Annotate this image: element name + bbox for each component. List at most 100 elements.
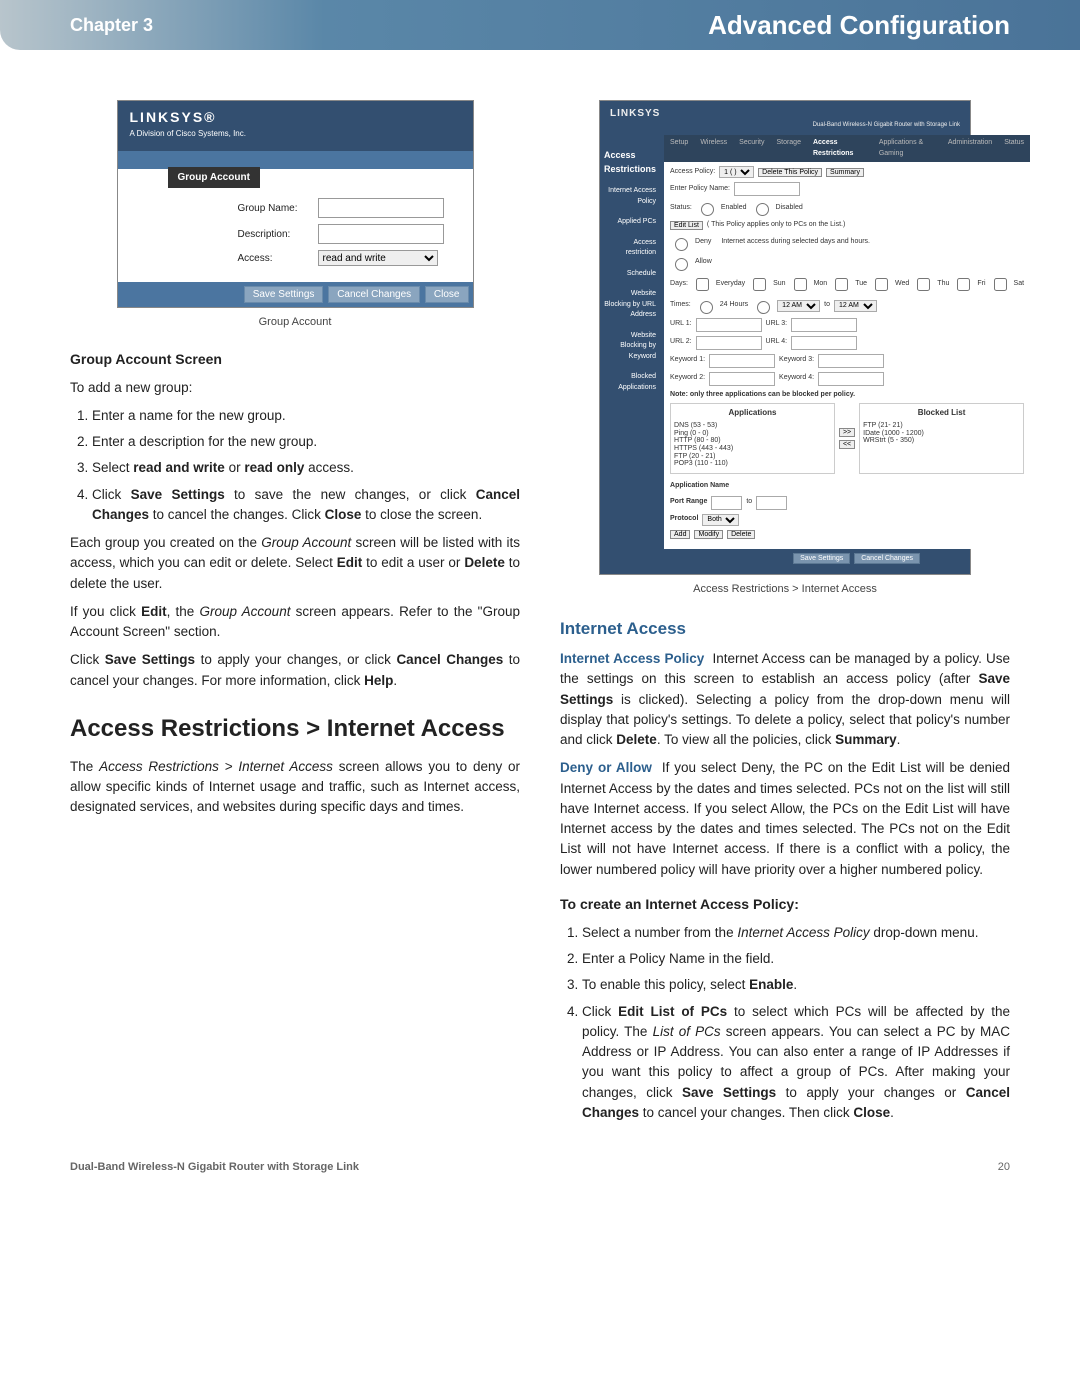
page-header: Chapter 3 Advanced Configuration — [0, 0, 1080, 50]
day-sun[interactable] — [753, 278, 766, 291]
iap-para: Internet Access Policy Internet Access c… — [560, 649, 1010, 750]
status-label: Status: — [670, 203, 692, 214]
day-thu[interactable] — [917, 278, 930, 291]
url2-input[interactable] — [696, 336, 762, 350]
group-list-para: Each group you created on the Group Acco… — [70, 533, 520, 594]
ar-tab-status[interactable]: Status — [1004, 138, 1024, 159]
kw3-input[interactable] — [818, 354, 884, 368]
day-everyday-text: Everyday — [716, 279, 745, 290]
day-everyday[interactable] — [696, 278, 709, 291]
ar-tab-storage[interactable]: Storage — [776, 138, 801, 159]
policy-name-input[interactable] — [734, 182, 800, 196]
blocked-col-title: Blocked List — [863, 407, 1020, 419]
deny-allow-para: Deny or Allow If you select Deny, the PC… — [560, 758, 1010, 880]
cancel-changes-button[interactable]: Cancel Changes — [328, 286, 420, 303]
move-right-button[interactable]: >> — [839, 428, 855, 437]
access-restrictions-intro: The Access Restrictions > Internet Acces… — [70, 757, 520, 818]
kw4-label: Keyword 4: — [779, 373, 814, 384]
access-note: Internet access during selected days and… — [721, 237, 870, 248]
status-disabled-radio[interactable] — [756, 203, 769, 216]
page-footer: Dual-Band Wireless-N Gigabit Router with… — [0, 1161, 1080, 1203]
day-mon-text: Mon — [814, 279, 828, 290]
ar-side-item-url: Website Blocking by URL Address — [604, 289, 660, 321]
ar-tab-apps[interactable]: Applications & Gaming — [879, 138, 936, 159]
kw4-input[interactable] — [818, 372, 884, 386]
kw1-input[interactable] — [709, 354, 775, 368]
time-24-radio[interactable] — [700, 301, 713, 314]
save-settings-button[interactable]: Save Settings — [244, 286, 324, 303]
allow-radio[interactable] — [675, 258, 688, 271]
ar-sidebar: Access Restrictions Internet Access Poli… — [600, 135, 664, 549]
app-name-label: Application Name — [670, 481, 729, 492]
edit-list-button[interactable]: Edit List — [670, 221, 703, 230]
day-mon[interactable] — [794, 278, 807, 291]
ar-tab-access[interactable]: Access Restrictions — [813, 138, 867, 159]
save-help-para: Click Save Settings to apply your change… — [70, 650, 520, 691]
port-from[interactable] — [711, 496, 742, 510]
policy-number-select[interactable]: 1 ( ) — [719, 166, 754, 178]
summary-button[interactable]: Summary — [826, 168, 864, 177]
deny-radio[interactable] — [675, 238, 688, 251]
port-range-label: Port Range — [670, 497, 707, 508]
day-fri-text: Fri — [977, 279, 985, 290]
group-name-input[interactable] — [318, 198, 444, 218]
close-button[interactable]: Close — [425, 286, 469, 303]
ar-save-button[interactable]: Save Settings — [793, 553, 850, 564]
protocol-label: Protocol — [670, 514, 698, 525]
time-range-radio[interactable] — [757, 301, 770, 314]
protocol-select[interactable]: Both — [702, 514, 739, 526]
create-policy-steps: Select a number from the Internet Access… — [582, 923, 1010, 1123]
ar-side-item-policy: Internet Access Policy — [604, 186, 660, 207]
day-tue[interactable] — [835, 278, 848, 291]
status-disabled-text: Disabled — [776, 203, 803, 214]
cp-step-2: Enter a Policy Name in the field. — [582, 949, 1010, 969]
group-account-tab: Group Account — [168, 167, 260, 188]
ar-tagline: Dual-Band Wireless-N Gigabit Router with… — [610, 121, 960, 130]
day-wed[interactable] — [875, 278, 888, 291]
kw2-input[interactable] — [709, 372, 775, 386]
url4-input[interactable] — [791, 336, 857, 350]
policy-name-label: Enter Policy Name: — [670, 184, 730, 195]
deny-allow-text: If you select Deny, the PC on the Edit L… — [560, 760, 1010, 876]
app-delete-button[interactable]: Delete — [727, 530, 755, 539]
kw1-label: Keyword 1: — [670, 355, 705, 366]
cp-step-4: Click Edit List of PCs to select which P… — [582, 1002, 1010, 1124]
day-sun-text: Sun — [773, 279, 785, 290]
app-add-button[interactable]: Add — [670, 530, 690, 539]
cp-step-1: Select a number from the Internet Access… — [582, 923, 1010, 943]
day-sat[interactable] — [994, 278, 1007, 291]
access-label: Access: — [238, 251, 318, 266]
blocked-list[interactable]: FTP (21- 21) IDate (1000 - 1200) WRStrt … — [863, 422, 1020, 470]
pcs-note: ( This Policy applies only to PCs on the… — [707, 220, 845, 231]
ar-tab-wireless[interactable]: Wireless — [700, 138, 727, 159]
page-title: Advanced Configuration — [708, 10, 1010, 41]
ar-tab-admin[interactable]: Administration — [948, 138, 992, 159]
status-enabled-radio[interactable] — [701, 203, 714, 216]
ar-cancel-button[interactable]: Cancel Changes — [854, 553, 920, 564]
access-select[interactable]: read and write — [318, 250, 438, 266]
url3-input[interactable] — [791, 318, 857, 332]
description-input[interactable] — [318, 224, 444, 244]
group-account-caption: Group Account — [70, 314, 520, 331]
day-fri[interactable] — [957, 278, 970, 291]
delete-policy-button[interactable]: Delete This Policy — [758, 168, 822, 177]
time-from[interactable]: 12 AM — [777, 300, 820, 312]
cp-step-3: To enable this policy, select Enable. — [582, 975, 1010, 995]
deny-allow-term: Deny or Allow — [560, 760, 652, 775]
description-label: Description: — [238, 227, 318, 242]
group-account-screen-heading: Group Account Screen — [70, 349, 520, 370]
ar-tab-security[interactable]: Security — [739, 138, 764, 159]
port-to[interactable] — [756, 496, 787, 510]
app-modify-button[interactable]: Modify — [694, 530, 723, 539]
blocked-note: Note: only three applications can be blo… — [670, 390, 1024, 401]
apps-list[interactable]: DNS (53 - 53) Ping (0 - 0) HTTP (80 - 80… — [674, 422, 831, 470]
kw2-label: Keyword 2: — [670, 373, 705, 384]
step-4: Click Save Settings to save the new chan… — [92, 485, 520, 526]
time-to-label: to — [824, 300, 830, 311]
time-to[interactable]: 12 AM — [834, 300, 877, 312]
move-left-button[interactable]: << — [839, 440, 855, 449]
times-label: Times: — [670, 300, 691, 311]
url1-input[interactable] — [696, 318, 762, 332]
status-enabled-text: Enabled — [721, 203, 747, 214]
ar-tab-setup[interactable]: Setup — [670, 138, 688, 159]
